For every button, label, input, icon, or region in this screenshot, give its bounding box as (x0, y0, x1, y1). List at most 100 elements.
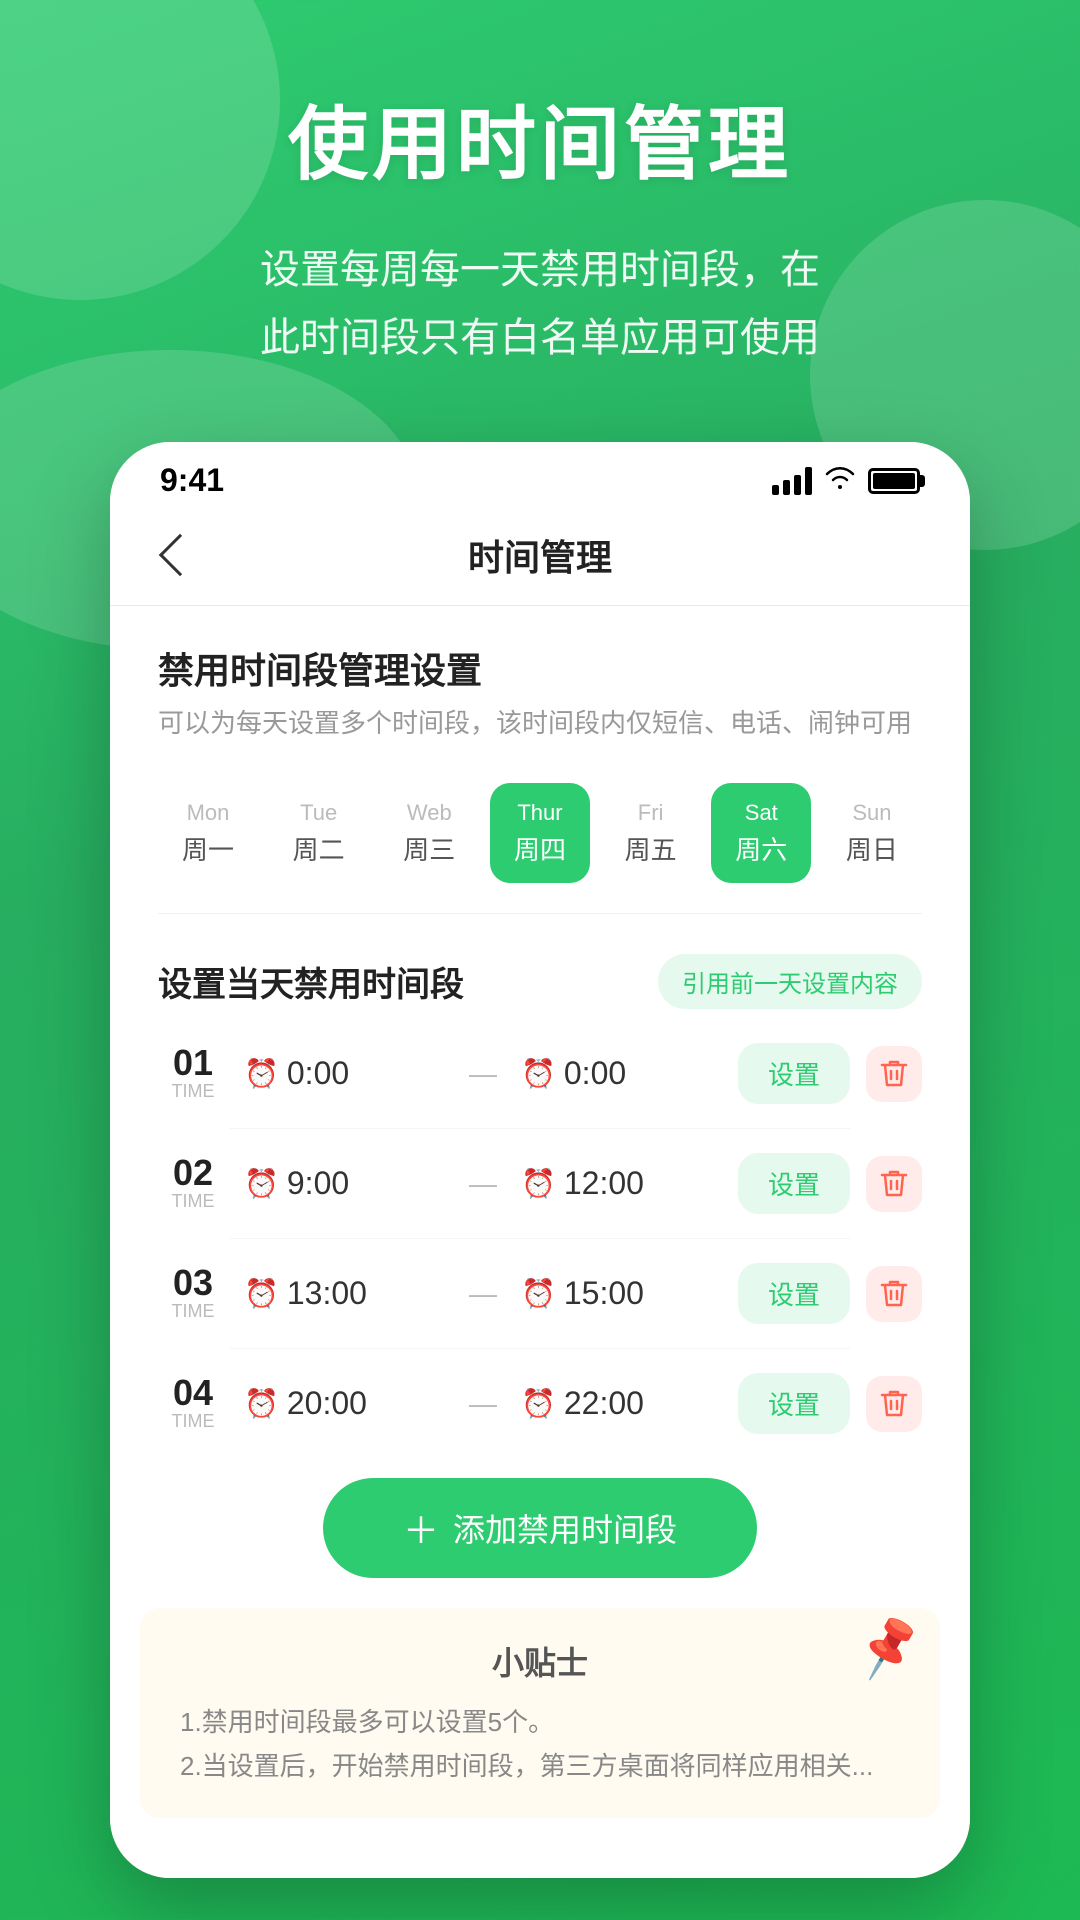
time-num-label-4: TIME (172, 1411, 215, 1432)
time-row-1: 01 TIME ⏰ 0:00 — ⏰ 0:00 设置 (110, 1019, 970, 1128)
day-web[interactable]: Web 周三 (379, 783, 479, 883)
time-num-big-3: 03 (173, 1265, 213, 1301)
clock-end-icon-3: ⏰ (521, 1277, 556, 1310)
phone-mockup: 9:41 (110, 442, 970, 1878)
trash-icon-2 (880, 1168, 908, 1200)
time-start-block-4: ⏰ 20:00 (244, 1385, 445, 1422)
signal-bar-3 (794, 475, 801, 495)
day-mon-en: Mon (187, 800, 230, 826)
time-end-val-4: 22:00 (564, 1385, 644, 1422)
tips-header: 小贴士 📌 (180, 1638, 900, 1684)
content-area: 禁用时间段管理设置 可以为每天设置多个时间段，该时间段内仅短信、电话、闹钟可用 … (110, 606, 970, 1878)
time-end-block-4: ⏰ 22:00 (521, 1385, 722, 1422)
day-sun-en: Sun (852, 800, 891, 826)
day-web-zh: 周三 (403, 830, 455, 867)
clock-start-icon-2: ⏰ (244, 1167, 279, 1200)
day-tue-zh: 周二 (293, 830, 345, 867)
time-end-val-1: 0:00 (564, 1055, 626, 1092)
time-start-val-2: 9:00 (287, 1165, 349, 1202)
day-thur-en: Thur (517, 800, 562, 826)
tips-section: 小贴士 📌 1.禁用时间段最多可以设置5个。 2.当设置后，开始禁用时间段，第三… (140, 1608, 940, 1818)
clock-start-icon-4: ⏰ (244, 1387, 279, 1420)
section-title: 禁用时间段管理设置 (158, 642, 922, 694)
day-mon[interactable]: Mon 周一 (158, 783, 258, 883)
status-time: 9:41 (160, 462, 224, 499)
page-wrapper: 使用时间管理 设置每周每一天禁用时间段，在此时间段只有白名单应用可使用 9:41 (0, 0, 1080, 1920)
time-end-block-1: ⏰ 0:00 (521, 1055, 722, 1092)
time-num-label-3: TIME (172, 1301, 215, 1322)
day-fri[interactable]: Fri 周五 (601, 783, 701, 883)
time-dash-1: — (461, 1058, 505, 1090)
day-sat-en: Sat (745, 800, 778, 826)
status-icons (772, 463, 920, 498)
timeslot-title: 设置当天禁用时间段 (158, 957, 464, 1006)
time-dash-4: — (461, 1388, 505, 1420)
signal-bar-2 (783, 480, 790, 495)
section-header: 禁用时间段管理设置 可以为每天设置多个时间段，该时间段内仅短信、电话、闹钟可用 (110, 606, 970, 753)
set-button-3[interactable]: 设置 (738, 1263, 850, 1324)
day-mon-zh: 周一 (182, 830, 234, 867)
trash-icon-4 (880, 1388, 908, 1420)
clock-end-icon-2: ⏰ (521, 1167, 556, 1200)
status-bar: 9:41 (110, 442, 970, 509)
delete-button-1[interactable] (866, 1046, 922, 1102)
header-section: 使用时间管理 设置每周每一天禁用时间段，在此时间段只有白名单应用可使用 (0, 0, 1080, 422)
plus-icon: ＋ (403, 1502, 439, 1554)
time-num-big-2: 02 (173, 1155, 213, 1191)
main-title: 使用时间管理 (60, 80, 1020, 196)
clock-start-icon-3: ⏰ (244, 1277, 279, 1310)
day-thur[interactable]: Thur 周四 (490, 783, 590, 883)
day-sat[interactable]: Sat 周六 (711, 783, 811, 883)
time-end-block-2: ⏰ 12:00 (521, 1165, 722, 1202)
time-start-val-4: 20:00 (287, 1385, 367, 1422)
day-sun[interactable]: Sun 周日 (822, 783, 922, 883)
delete-button-4[interactable] (866, 1376, 922, 1432)
time-row-2: 02 TIME ⏰ 9:00 — ⏰ 12:00 设置 (110, 1129, 970, 1238)
day-sun-zh: 周日 (846, 830, 898, 867)
time-start-val-1: 0:00 (287, 1055, 349, 1092)
signal-bar-1 (772, 485, 779, 495)
time-start-block-3: ⏰ 13:00 (244, 1275, 445, 1312)
set-button-1[interactable]: 设置 (738, 1043, 850, 1104)
time-start-block-1: ⏰ 0:00 (244, 1055, 445, 1092)
time-end-block-3: ⏰ 15:00 (521, 1275, 722, 1312)
time-num-big-1: 01 (173, 1045, 213, 1081)
time-start-block-2: ⏰ 9:00 (244, 1165, 445, 1202)
add-btn-wrap: ＋ 添加禁用时间段 (110, 1458, 970, 1608)
time-row-3: 03 TIME ⏰ 13:00 — ⏰ 15:00 设置 (110, 1239, 970, 1348)
tips-title: 小贴士 (180, 1638, 900, 1684)
time-num-3: 03 TIME (158, 1265, 228, 1322)
back-button[interactable] (150, 525, 210, 585)
battery-fill (873, 473, 915, 489)
time-num-label-2: TIME (172, 1191, 215, 1212)
time-num-big-4: 04 (173, 1375, 213, 1411)
trash-icon-1 (880, 1058, 908, 1090)
day-fri-zh: 周五 (625, 830, 677, 867)
divider-1 (158, 913, 922, 914)
time-num-label-1: TIME (172, 1081, 215, 1102)
time-start-val-3: 13:00 (287, 1275, 367, 1312)
time-row-4: 04 TIME ⏰ 20:00 — ⏰ 22:00 设置 (110, 1349, 970, 1458)
ref-button[interactable]: 引用前一天设置内容 (658, 954, 922, 1009)
clock-end-icon-4: ⏰ (521, 1387, 556, 1420)
timeslot-header: 设置当天禁用时间段 引用前一天设置内容 (110, 934, 970, 1019)
subtitle: 设置每周每一天禁用时间段，在此时间段只有白名单应用可使用 (60, 236, 1020, 372)
time-dash-2: — (461, 1168, 505, 1200)
add-timeslot-button[interactable]: ＋ 添加禁用时间段 (323, 1478, 757, 1578)
delete-button-3[interactable] (866, 1266, 922, 1322)
set-button-4[interactable]: 设置 (738, 1373, 850, 1434)
set-button-2[interactable]: 设置 (738, 1153, 850, 1214)
day-fri-en: Fri (638, 800, 664, 826)
day-web-en: Web (407, 800, 452, 826)
time-num-2: 02 TIME (158, 1155, 228, 1212)
delete-button-2[interactable] (866, 1156, 922, 1212)
nav-bar: 时间管理 (110, 509, 970, 606)
clock-end-icon-1: ⏰ (521, 1057, 556, 1090)
day-thur-zh: 周四 (514, 830, 566, 867)
section-desc: 可以为每天设置多个时间段，该时间段内仅短信、电话、闹钟可用 (158, 704, 922, 743)
day-tue[interactable]: Tue 周二 (269, 783, 369, 883)
day-selector: Mon 周一 Tue 周二 Web 周三 Thur 周四 Fri 周五 (110, 753, 970, 893)
time-num-4: 04 TIME (158, 1375, 228, 1432)
tips-content: 1.禁用时间段最多可以设置5个。 2.当设置后，开始禁用时间段，第三方桌面将同样… (180, 1700, 900, 1788)
day-sat-zh: 周六 (735, 830, 787, 867)
